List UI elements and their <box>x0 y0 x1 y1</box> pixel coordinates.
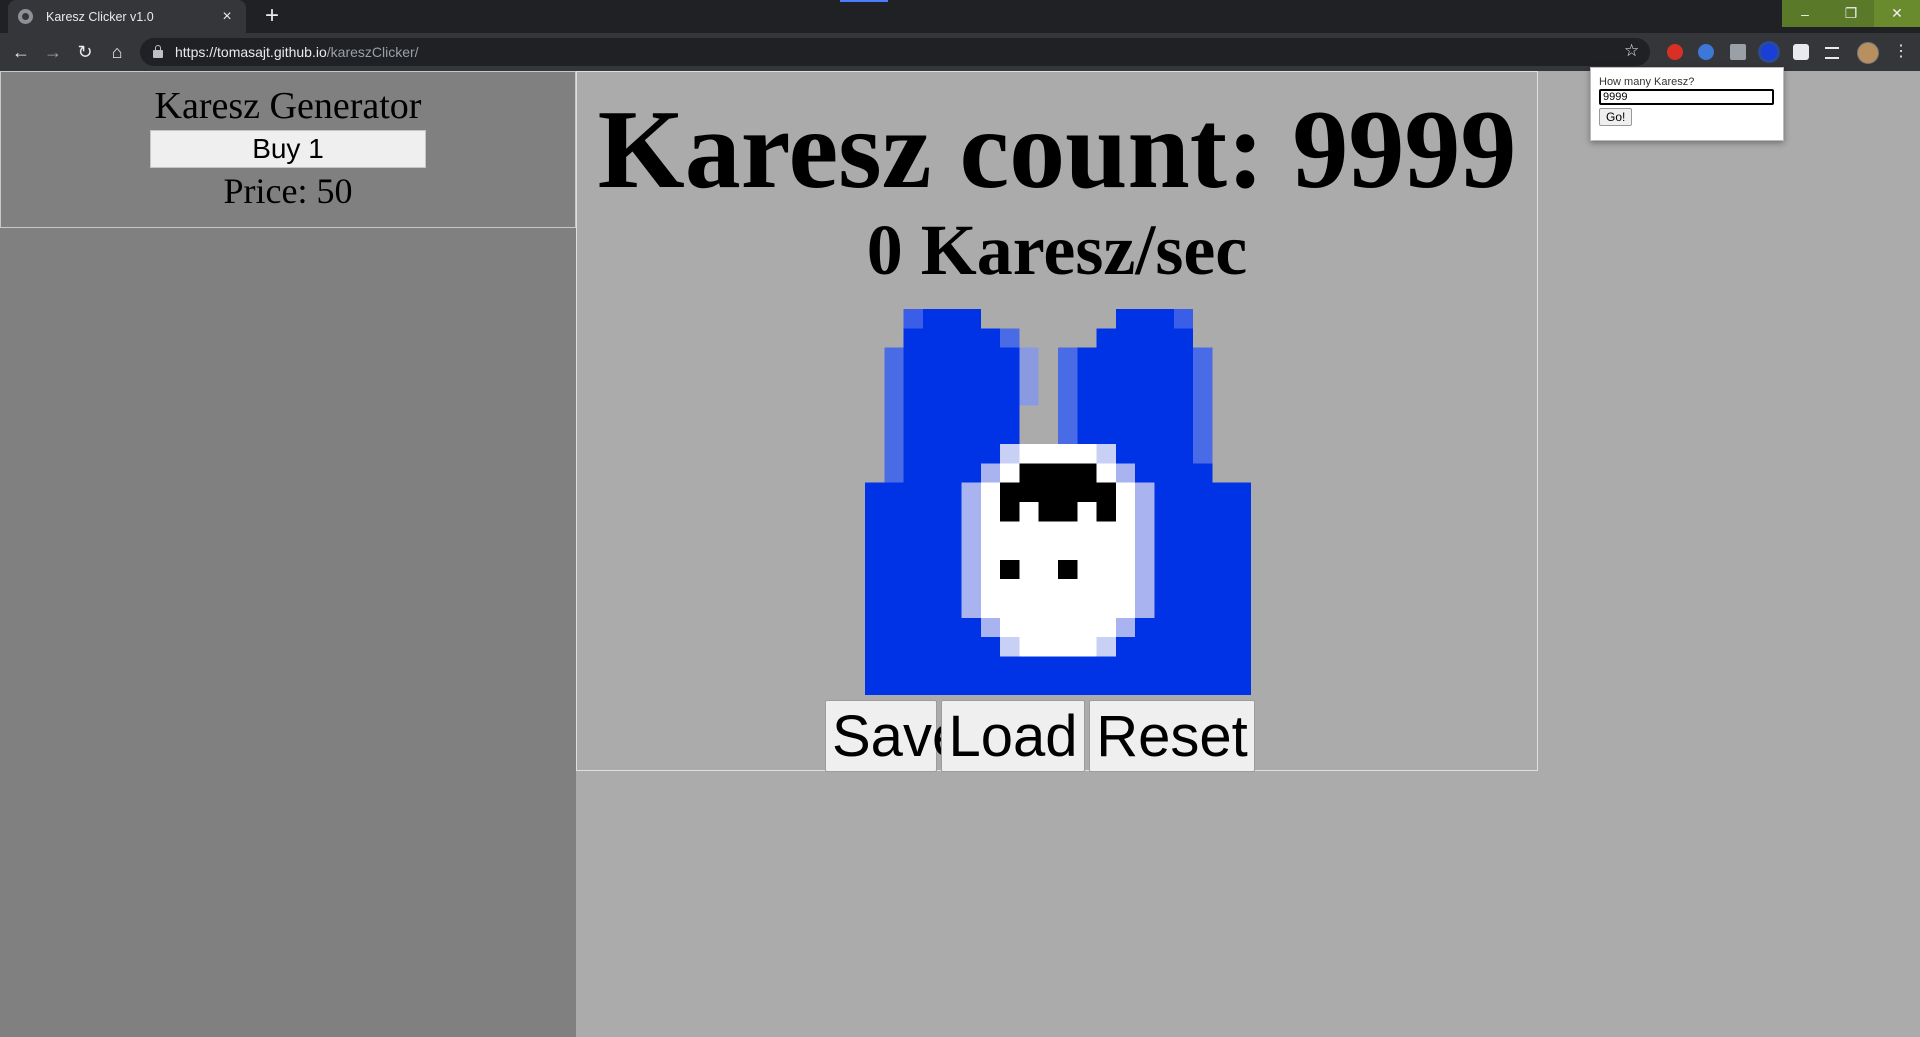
extension-popup: How many Karesz? Go! <box>1590 67 1784 141</box>
karesz-extension-icon[interactable] <box>1761 44 1777 60</box>
translate-icon[interactable] <box>1730 44 1746 60</box>
sprite-pixel <box>1096 328 1194 348</box>
game-panel: Karesz count: 9999 0 Karesz/sec Save Loa… <box>576 71 1538 772</box>
page-viewport: Karesz Generator Buy 1 Price: 50 Karesz … <box>0 71 1920 1037</box>
sprite-pixel <box>922 309 981 329</box>
sprite-hair <box>1096 502 1116 522</box>
load-button[interactable]: Load <box>941 700 1085 772</box>
go-button[interactable]: Go! <box>1599 108 1633 126</box>
globe-icon <box>18 9 33 24</box>
sprite-hair <box>1000 502 1020 522</box>
avatar[interactable] <box>1857 42 1879 64</box>
minimize-button[interactable]: – <box>1782 0 1828 27</box>
reload-icon[interactable]: ↻ <box>73 40 97 64</box>
sprite-pixel <box>1115 309 1174 329</box>
home-icon[interactable]: ⌂ <box>105 40 129 64</box>
restore-button[interactable]: ❐ <box>1828 0 1874 27</box>
close-window-button[interactable]: ✕ <box>1874 0 1920 27</box>
window-controls: – ❐ ✕ <box>1782 0 1920 27</box>
sprite-hair <box>1019 463 1097 483</box>
adblock-icon[interactable] <box>1667 44 1683 60</box>
bookmark-star-icon[interactable]: ☆ <box>1624 41 1639 61</box>
sprite-pixel <box>1019 347 1039 406</box>
sprite-eye-right <box>1058 559 1078 580</box>
karesz-amount-input[interactable] <box>1599 89 1774 105</box>
generator-price: Price: 50 <box>223 171 353 211</box>
sprite-pixel <box>903 309 923 329</box>
menu-icon[interactable]: ⋮ <box>1893 41 1909 61</box>
sidebar: Karesz Generator Buy 1 Price: 50 <box>0 71 576 1037</box>
reset-button[interactable]: Reset <box>1089 700 1255 772</box>
save-button[interactable]: Save <box>825 700 964 772</box>
sprite-pixel <box>1193 347 1213 483</box>
tab-strip-accent <box>840 0 888 2</box>
sprite-pixel <box>1173 309 1194 329</box>
save-load-reset-row: Save Load Reset <box>825 700 1255 772</box>
sprite-eye-left <box>1000 559 1020 580</box>
karesz-count: Karesz count: 9999 <box>597 88 1517 212</box>
sprite-hair <box>1000 482 1116 502</box>
back-icon[interactable]: ← <box>9 40 33 64</box>
new-tab-button[interactable]: + <box>259 3 285 29</box>
sync-icon[interactable] <box>1698 44 1714 60</box>
tab-strip: Karesz Clicker v1.0 × + – ❐ ✕ <box>0 0 1920 33</box>
address-bar[interactable]: https://tomasajt.github.io/kareszClicker… <box>140 38 1650 66</box>
karesz-click-target[interactable] <box>865 309 1251 695</box>
generator-title: Karesz Generator <box>154 85 422 127</box>
popup-label: How many Karesz? <box>1599 76 1695 88</box>
forward-icon[interactable]: → <box>41 40 65 64</box>
sprite-pixel <box>903 328 1001 348</box>
tab-close-icon[interactable]: × <box>218 8 236 26</box>
lock-icon <box>153 45 163 58</box>
reading-list-icon[interactable] <box>1825 47 1839 59</box>
karesz-generator-panel: Karesz Generator Buy 1 Price: 50 <box>0 71 576 228</box>
url-text: https://tomasajt.github.io/kareszClicker… <box>175 44 419 60</box>
sprite-pixel <box>884 347 904 483</box>
tab-title: Karesz Clicker v1.0 <box>46 9 154 24</box>
browser-toolbar: ← → ↻ ⌂ https://tomasajt.github.io/kares… <box>0 33 1920 71</box>
sprite-hair <box>1038 502 1078 522</box>
puzzle-extensions-icon[interactable] <box>1793 44 1809 60</box>
sprite-pixel <box>1000 328 1020 348</box>
url-path: /kareszClicker/ <box>326 44 419 60</box>
tab-karesz-clicker[interactable]: Karesz Clicker v1.0 × <box>8 0 246 33</box>
buy-button[interactable]: Buy 1 <box>150 130 426 168</box>
url-host: https://tomasajt.github.io <box>175 44 327 60</box>
karesz-per-sec: 0 Karesz/sec <box>866 210 1248 290</box>
